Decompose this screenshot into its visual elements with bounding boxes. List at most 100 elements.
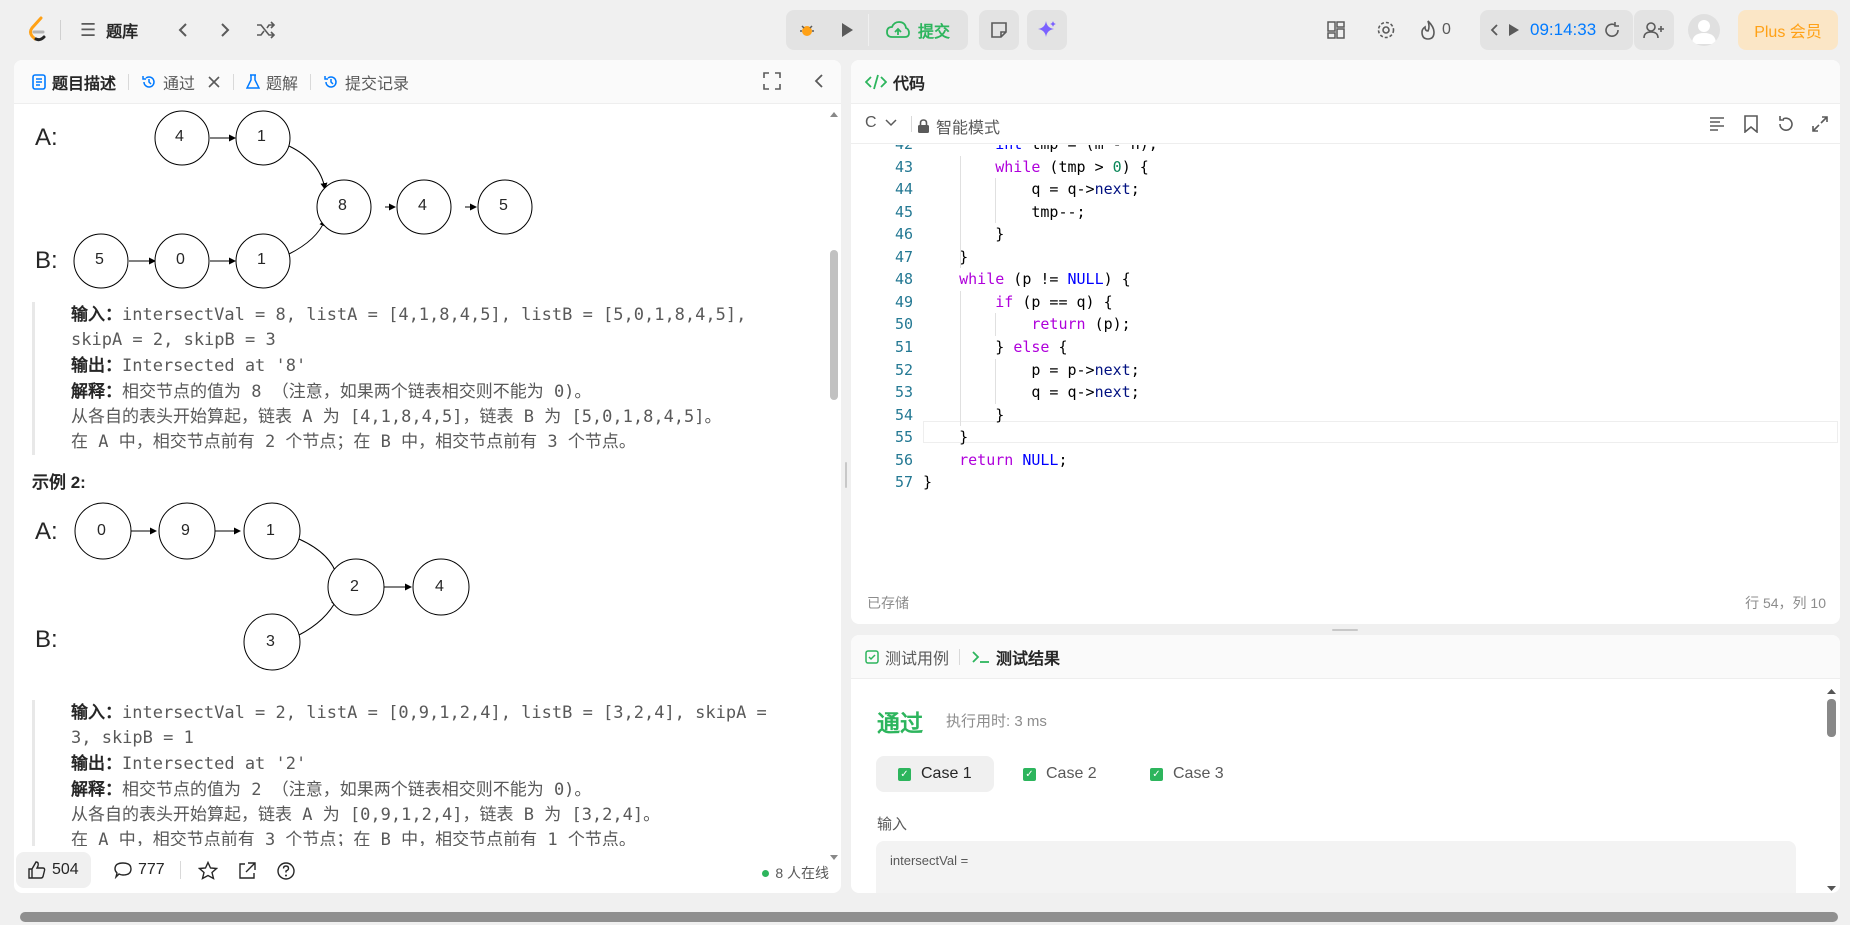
comment-count: 777: [138, 861, 165, 878]
line-code: while (p != NULL) {: [959, 270, 1131, 289]
smart-mode-toggle[interactable]: 智能模式: [917, 114, 1000, 138]
example-line: 输入：intersectVal = 8, listA = [4,1,8,4,5]…: [71, 302, 746, 328]
tab-test-result[interactable]: 测试结果: [964, 645, 1068, 669]
code-line[interactable]: 55 }: [851, 426, 1840, 449]
tab-label: 测试用例: [885, 650, 950, 668]
history-icon: [142, 75, 155, 88]
debug-icon[interactable]: [789, 12, 825, 48]
results-scrollbar[interactable]: [1827, 687, 1836, 891]
divider: [310, 73, 312, 90]
submit-button[interactable]: 提交: [878, 12, 958, 48]
input-value-box: intersectVal =: [876, 841, 1796, 893]
add-user-icon[interactable]: [1636, 12, 1672, 48]
timer-collapse-button[interactable]: [1486, 20, 1502, 40]
timer-reset-icon[interactable]: [1600, 20, 1624, 40]
run-button[interactable]: [829, 12, 865, 48]
code-line[interactable]: 51 } else {: [851, 336, 1840, 359]
code-line[interactable]: 50 return (p);: [851, 313, 1840, 336]
shuffle-icon[interactable]: [248, 12, 284, 48]
layout-icon[interactable]: [1318, 12, 1354, 48]
comment-icon: [114, 862, 132, 879]
share-icon[interactable]: [237, 861, 257, 884]
line-number: 55: [894, 428, 913, 447]
line-number: 52: [894, 360, 913, 379]
case-tab-3[interactable]: ✓ Case 3: [1128, 756, 1246, 792]
indent-guide: [960, 290, 961, 427]
tab-accepted[interactable]: 通过: [133, 70, 229, 94]
like-button[interactable]: 504: [16, 852, 91, 888]
case-tab-1[interactable]: ✓ Case 1: [876, 756, 994, 792]
code-line[interactable]: 49 if (p == q) {: [851, 291, 1840, 314]
check-icon: ✓: [1150, 767, 1163, 781]
format-icon[interactable]: [1708, 115, 1726, 136]
code-line[interactable]: 45 tmp--;: [851, 201, 1840, 224]
example-line: 解释：相交节点的值为 8 （注意，如果两个链表相交则不能为 0)。: [71, 379, 746, 405]
description-scrollbar[interactable]: [830, 110, 838, 860]
scrollbar-thumb[interactable]: [20, 912, 1838, 922]
timer-play-button[interactable]: [1504, 20, 1524, 40]
tab-submissions[interactable]: 提交记录: [315, 70, 417, 94]
logo-icon[interactable]: [26, 14, 48, 44]
page-horizontal-scrollbar[interactable]: [0, 907, 1850, 925]
line-number: 51: [894, 337, 913, 356]
node-label: 0: [97, 522, 106, 539]
code-panel-header: 代码: [851, 60, 1840, 104]
node-label: 8: [338, 197, 347, 214]
help-icon[interactable]: [276, 861, 296, 884]
check-icon: ✓: [1023, 767, 1036, 781]
code-line[interactable]: 52 p = p->next;: [851, 359, 1840, 382]
code-editor[interactable]: 42 int tmp = (m - n);43 while (tmp > 0) …: [851, 145, 1840, 565]
expand-icon[interactable]: [1811, 115, 1829, 136]
online-indicator: 8 人在线: [762, 863, 829, 883]
next-problem-button[interactable]: [207, 12, 243, 48]
scrollbar-thumb[interactable]: [830, 250, 838, 400]
problem-bank-button[interactable]: ☰ 题库: [80, 15, 138, 45]
explain-text: 在 A 中，相交节点前有 2 个节点；在 B 中，相交节点前有 3 个节点。: [71, 432, 636, 452]
code-line[interactable]: 46 }: [851, 223, 1840, 246]
case-tab-2[interactable]: ✓ Case 2: [1001, 756, 1119, 792]
timer-display: 09:14:33: [1530, 20, 1597, 39]
avatar[interactable]: [1688, 14, 1720, 46]
code-line[interactable]: 47 }: [851, 246, 1840, 269]
code-line[interactable]: 53 q = q->next;: [851, 381, 1840, 404]
code-line[interactable]: 56 return NULL;: [851, 449, 1840, 472]
horizontal-resize-handle[interactable]: [1332, 629, 1358, 631]
online-count: 8 人在线: [775, 865, 829, 881]
star-icon[interactable]: [197, 860, 219, 884]
line-code: q = q->next;: [923, 180, 1140, 199]
bookmark-icon[interactable]: [1743, 115, 1759, 136]
code-line[interactable]: 42 int tmp = (m - n);: [851, 145, 1840, 156]
scrollbar-thumb[interactable]: [1827, 699, 1836, 737]
vertical-resize-handle[interactable]: [845, 462, 847, 488]
lock-icon: [918, 118, 929, 133]
streak-counter[interactable]: 0: [1420, 15, 1451, 45]
tab-label: 测试结果: [996, 650, 1061, 668]
line-code: }: [923, 428, 969, 447]
language-select[interactable]: C: [865, 114, 897, 132]
example-line: 3, skipB = 1: [71, 726, 767, 751]
submit-label: 提交: [918, 24, 951, 41]
gear-icon[interactable]: [1368, 12, 1404, 48]
code-line[interactable]: 43 while (tmp > 0) {: [851, 156, 1840, 179]
example-line: 在 A 中，相交节点前有 3 个节点；在 B 中，相交节点前有 1 个节点。: [71, 828, 767, 846]
tab-solutions[interactable]: 题解: [238, 70, 306, 94]
tab-description[interactable]: 题目描述: [24, 70, 124, 94]
collapse-panel-icon[interactable]: [813, 73, 825, 92]
plus-membership-button[interactable]: Plus 会员: [1738, 10, 1838, 50]
tab-code[interactable]: 代码: [865, 70, 925, 94]
prev-problem-button[interactable]: [165, 12, 201, 48]
line-code: return NULL;: [959, 450, 1068, 469]
tab-test-cases[interactable]: 测试用例: [865, 645, 955, 669]
line-code: int tmp = (m - n);: [923, 145, 1158, 156]
code-line[interactable]: 57}: [851, 471, 1840, 494]
fullscreen-icon[interactable]: [763, 72, 781, 93]
comments-button[interactable]: 777: [106, 852, 173, 888]
code-line[interactable]: 54 }: [851, 404, 1840, 427]
reset-code-icon[interactable]: [1777, 115, 1795, 136]
close-icon[interactable]: [207, 75, 221, 89]
code-line[interactable]: 44 q = q->next;: [851, 178, 1840, 201]
sparkle-icon[interactable]: [1029, 12, 1065, 48]
line-code: while (tmp > 0) {: [995, 157, 1149, 176]
note-icon[interactable]: [981, 12, 1017, 48]
code-line[interactable]: 48 while (p != NULL) {: [851, 268, 1840, 291]
